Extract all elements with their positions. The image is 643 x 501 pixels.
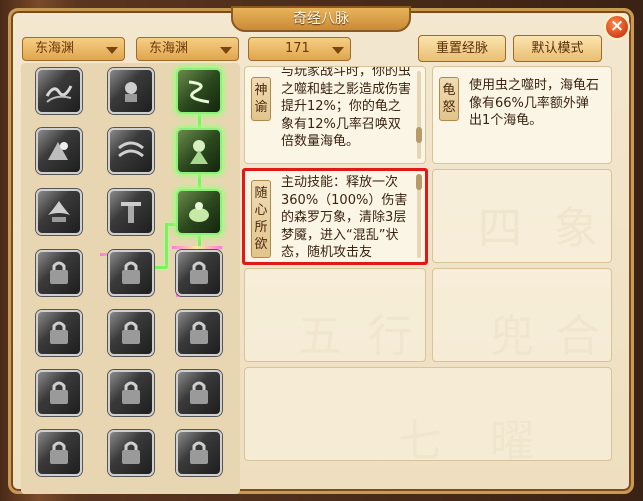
talent-card-desc: 使用虫之噬时，海龟石像有66%几率额外弹出1个海龟。 [469, 78, 600, 128]
chevron-down-icon [220, 47, 232, 54]
skill-slot-lit[interactable] [176, 68, 222, 114]
talent-card-shenyu[interactable]: 神谕 与玩家战斗时，你的虫之噬和蛙之影造成伤害提升12%；你的龟之象有12%几率… [244, 66, 426, 164]
locked-slot[interactable] [176, 370, 222, 416]
school-dropdown-1-value: 东海渊 [35, 41, 75, 56]
locked-slot[interactable] [176, 250, 222, 296]
close-button[interactable]: × [604, 14, 630, 40]
connector [198, 172, 201, 188]
skill-slot-lit[interactable] [176, 128, 222, 174]
locked-slot[interactable] [108, 250, 154, 296]
talent-card-empty[interactable] [432, 169, 612, 263]
scrollbar-thumb[interactable] [416, 127, 422, 143]
talent-card-empty[interactable] [432, 268, 612, 362]
skill-slot[interactable] [108, 189, 154, 235]
locked-slot[interactable] [36, 250, 82, 296]
skill-slot-lit[interactable] [176, 189, 222, 235]
school-dropdown-2-value: 东海渊 [149, 41, 189, 56]
talent-card-label: 龟怒 [439, 77, 459, 121]
locked-slot[interactable] [36, 430, 82, 476]
school-dropdown-1[interactable]: 东海渊 [22, 37, 125, 61]
decoration [172, 246, 222, 249]
talent-card-empty[interactable] [244, 268, 426, 362]
talent-card-label: 神谕 [251, 77, 271, 121]
selection-highlight [242, 168, 428, 265]
locked-slot[interactable] [108, 430, 154, 476]
talent-card-empty[interactable] [244, 367, 612, 461]
skill-slot[interactable] [108, 128, 154, 174]
skill-slot[interactable] [36, 189, 82, 235]
window-title: 奇经八脉 [231, 6, 411, 32]
talent-card-guinu[interactable]: 龟怒 使用虫之噬时，海龟石像有66%几率额外弹出1个海龟。 [432, 66, 612, 164]
level-dropdown[interactable]: 171 [248, 37, 351, 61]
locked-slot[interactable] [108, 370, 154, 416]
lock-icon [50, 261, 68, 284]
locked-slot[interactable] [108, 310, 154, 356]
chevron-down-icon [106, 47, 118, 54]
skill-slot[interactable] [36, 68, 82, 114]
connector [198, 113, 201, 129]
level-dropdown-value: 171 [285, 41, 310, 56]
talent-card-desc: 与玩家战斗时，你的虫之噬和蛙之影造成伤害提升12%；你的龟之象有12%几率召唤双… [281, 66, 412, 149]
locked-slot[interactable] [176, 430, 222, 476]
locked-slot[interactable] [36, 310, 82, 356]
scrollbar[interactable] [416, 71, 422, 159]
skill-slot[interactable] [36, 128, 82, 174]
reset-meridian-button[interactable]: 重置经脉 [418, 35, 506, 62]
locked-slot[interactable] [36, 370, 82, 416]
skill-slot[interactable] [108, 68, 154, 114]
chevron-down-icon [332, 47, 344, 54]
close-icon: × [609, 16, 625, 36]
connector [165, 223, 168, 268]
school-dropdown-2[interactable]: 东海渊 [136, 37, 239, 61]
default-mode-button[interactable]: 默认模式 [513, 35, 602, 62]
locked-slot[interactable] [176, 310, 222, 356]
